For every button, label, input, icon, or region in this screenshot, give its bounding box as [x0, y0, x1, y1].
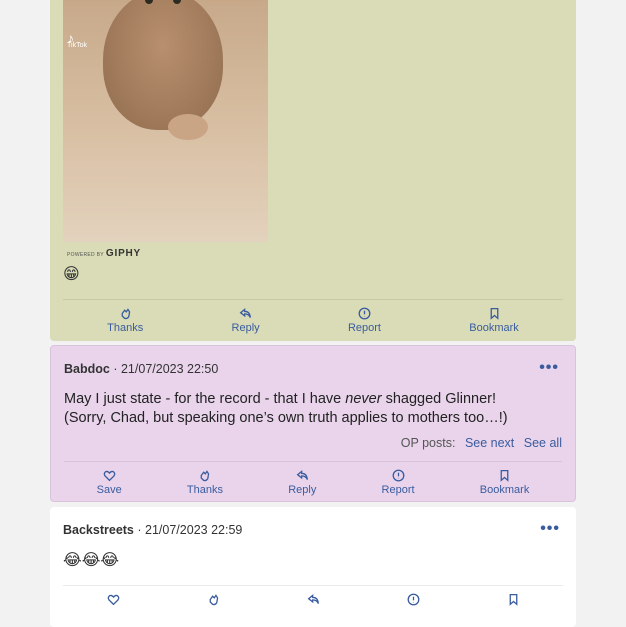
- reply-button[interactable]: Reply: [288, 469, 316, 496]
- thanks-button[interactable]: Thanks: [107, 307, 143, 334]
- separator: ·: [113, 362, 118, 376]
- cat-paw: [168, 114, 208, 140]
- separator: ·: [137, 523, 142, 537]
- timestamp: 21/07/2023 22:50: [120, 362, 219, 376]
- tiktok-watermark: ♪ TikTok: [67, 30, 87, 49]
- save-button[interactable]: Save: [97, 469, 122, 496]
- report-button[interactable]: Report: [348, 307, 381, 334]
- report-button[interactable]: Report: [382, 469, 415, 496]
- more-options-icon[interactable]: •••: [540, 520, 560, 538]
- alert-icon: [358, 307, 371, 320]
- post-2: Babdoc · 21/07/2023 22:50 ••• May I just…: [50, 345, 576, 502]
- bookmark-button[interactable]: [507, 593, 520, 608]
- giphy-attribution: POWERED BY GIPHY: [67, 248, 142, 259]
- divider: [63, 299, 563, 300]
- reply-icon: [296, 470, 308, 480]
- author-name[interactable]: Babdoc: [64, 362, 110, 376]
- laugh-emoji: 😂😂😂: [63, 552, 120, 569]
- clap-icon: [201, 470, 210, 482]
- timestamp: 21/07/2023 22:59: [145, 523, 243, 537]
- report-button[interactable]: [407, 593, 420, 608]
- divider: [64, 461, 562, 462]
- post-2-actions: Save Thanks Reply Report Bookmark: [64, 469, 562, 496]
- bookmark-button[interactable]: Bookmark: [480, 469, 529, 496]
- reply-icon: [239, 308, 252, 318]
- post-meta: Babdoc · 21/07/2023 22:50: [64, 362, 218, 376]
- grin-emoji: 😁: [63, 266, 80, 283]
- post-3-actions: [63, 593, 563, 608]
- gif-image[interactable]: ♪ TikTok: [63, 0, 268, 242]
- clap-icon: [121, 308, 130, 320]
- op-posts: OP posts: See next See all: [400, 436, 562, 450]
- post-1-actions: Thanks Reply Report Bookmark: [63, 307, 563, 334]
- alert-icon: [392, 469, 404, 482]
- divider: [63, 585, 563, 586]
- reply-button[interactable]: [307, 593, 320, 608]
- bookmark-button[interactable]: Bookmark: [469, 307, 519, 334]
- post-body: May I just state - for the record - that…: [64, 391, 508, 426]
- author-name[interactable]: Backstreets: [63, 523, 134, 537]
- tiktok-icon: ♪: [67, 30, 74, 46]
- bookmark-icon: [500, 469, 509, 482]
- cat-eye-right: [173, 0, 181, 4]
- save-button[interactable]: [107, 593, 120, 608]
- cat-image: [103, 0, 223, 130]
- reply-button[interactable]: Reply: [232, 307, 260, 334]
- post-3: Backstreets · 21/07/2023 22:59 ••• 😂😂😂: [50, 507, 576, 627]
- more-options-icon[interactable]: •••: [539, 359, 559, 377]
- cat-eye-left: [145, 0, 153, 4]
- post-1: ♪ TikTok POWERED BY GIPHY 😁 Thanks Reply …: [50, 0, 576, 341]
- post-meta: Backstreets · 21/07/2023 22:59: [63, 523, 242, 537]
- see-next-link[interactable]: See next: [465, 436, 514, 450]
- see-all-link[interactable]: See all: [524, 436, 562, 450]
- thanks-button[interactable]: Thanks: [187, 469, 223, 496]
- heart-icon: [103, 470, 115, 482]
- bookmark-icon: [490, 307, 498, 320]
- thanks-button[interactable]: [207, 593, 220, 608]
